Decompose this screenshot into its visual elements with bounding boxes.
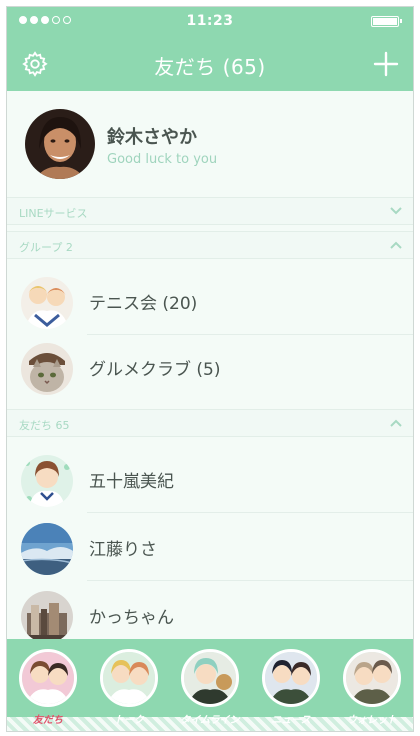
chevron-down-icon — [390, 207, 402, 215]
section-friends[interactable]: 友だち 65 — [7, 409, 413, 437]
group-avatar-cat — [21, 343, 73, 395]
tab-label: 友だち — [33, 715, 63, 726]
tab-news-icon — [262, 649, 320, 707]
status-time: 11:23 — [186, 13, 234, 29]
bottom-tab-bar: 友だち トーク タイムライン ニュース ウォレット — [7, 639, 413, 731]
battery-icon — [371, 16, 402, 27]
add-friend-icon[interactable] — [371, 49, 401, 79]
chevron-up-icon — [390, 241, 402, 249]
section-label: LINEサービス — [19, 207, 88, 220]
tab-friends[interactable]: 友だち — [17, 649, 79, 729]
tab-talk-icon — [100, 649, 158, 707]
row-divider — [87, 580, 413, 581]
profile-status-message: Good luck to you — [107, 152, 218, 167]
tab-news[interactable]: ニュース — [260, 649, 322, 729]
tab-timeline-icon — [181, 649, 239, 707]
phone-frame: 11:23 友だち (65) 鈴木さやか Good luck to you LI… — [6, 6, 414, 732]
tab-talk[interactable]: トーク — [98, 649, 160, 729]
top-bar: 11:23 友だち (65) — [7, 7, 413, 91]
status-bar: 11:23 — [7, 7, 413, 37]
tab-label: トーク — [114, 715, 144, 726]
tab-label: ニュース — [271, 715, 311, 726]
friend-row[interactable]: 江藤りさ — [7, 515, 413, 581]
header: 友だち (65) — [7, 37, 413, 91]
tab-label: タイムライン — [180, 715, 240, 726]
page-title: 友だち (65) — [154, 55, 266, 79]
friend-avatar-books — [21, 591, 73, 643]
section-groups[interactable]: グループ 2 — [7, 231, 413, 259]
group-name: グルメクラブ (5) — [89, 360, 221, 380]
group-row-gourmet[interactable]: グルメクラブ (5) — [7, 335, 413, 401]
tab-wallet-icon — [343, 649, 401, 707]
chevron-up-icon — [390, 419, 402, 427]
section-label: グループ 2 — [19, 241, 73, 254]
tab-friends-icon — [19, 649, 77, 707]
tab-label: ウォレット — [347, 715, 397, 726]
group-name: テニス会 (20) — [89, 294, 198, 314]
profile-avatar — [25, 109, 95, 179]
friend-name: 江藤りさ — [89, 540, 157, 560]
my-profile[interactable]: 鈴木さやか Good luck to you — [7, 101, 413, 197]
section-label: 友だち 65 — [19, 419, 70, 432]
friend-name: 五十嵐美紀 — [89, 472, 174, 492]
friend-row[interactable]: 五十嵐美紀 — [7, 447, 413, 513]
group-row-tennis[interactable]: テニス会 (20) — [7, 269, 413, 335]
section-line-services[interactable]: LINEサービス — [7, 197, 413, 225]
friend-name: かっちゃん — [89, 608, 174, 628]
tab-timeline[interactable]: タイムライン — [179, 649, 241, 729]
friend-avatar-anime-girl — [21, 455, 73, 507]
profile-name: 鈴木さやか — [107, 127, 197, 148]
tab-wallet[interactable]: ウォレット — [341, 649, 403, 729]
row-divider — [87, 512, 413, 513]
friend-avatar-sky — [21, 523, 73, 575]
group-avatar-tennis — [21, 277, 73, 329]
